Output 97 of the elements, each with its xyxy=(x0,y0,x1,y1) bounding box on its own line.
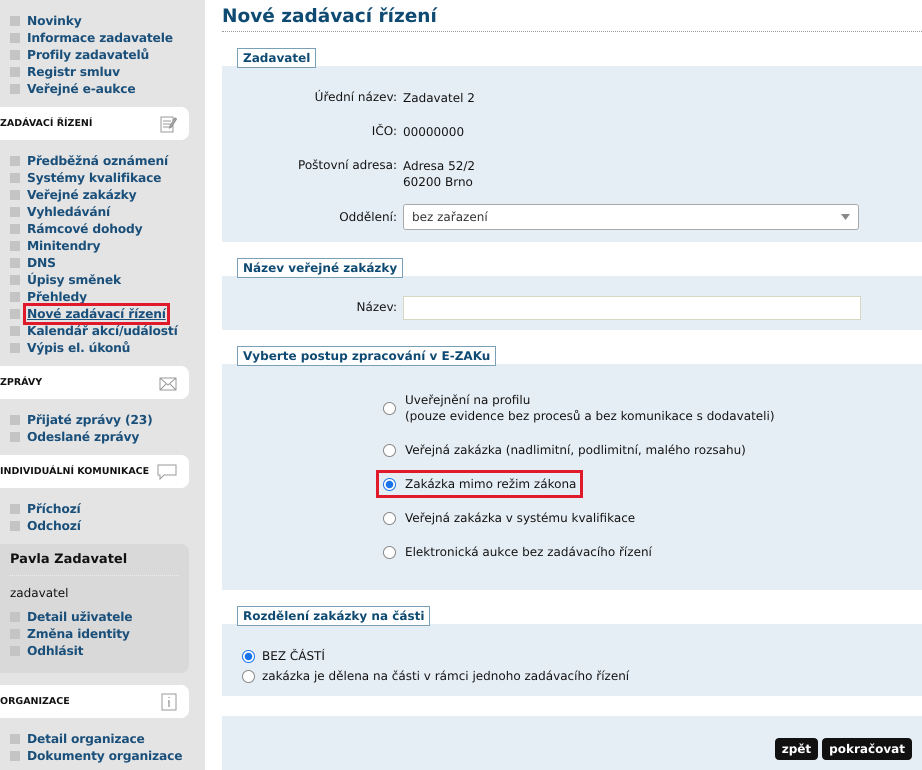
bullet-icon xyxy=(10,308,20,318)
sidebar-link[interactable]: Výpis el. úkonů xyxy=(27,340,130,354)
bullet-icon xyxy=(10,84,20,94)
field-label: Název: xyxy=(356,300,397,314)
radio-button[interactable] xyxy=(242,650,255,662)
section-title: ORGANIZACE xyxy=(0,696,70,707)
speech-bubble-icon xyxy=(157,464,177,480)
sidebar-link[interactable]: Detail organizace xyxy=(27,732,145,746)
field-label: Oddělení: xyxy=(338,210,397,224)
radio-button[interactable] xyxy=(383,478,396,490)
sidebar-link[interactable]: Veřejné e-aukce xyxy=(27,82,136,96)
sidebar-link[interactable]: Kalendář akcí/událostí xyxy=(27,324,178,338)
bullet-icon xyxy=(10,240,20,250)
form-button[interactable]: zpět xyxy=(774,738,818,760)
sidebar-link[interactable]: DNS xyxy=(27,256,56,270)
sidebar-link[interactable]: Profily zadavatelů xyxy=(27,48,150,62)
sidebar-link[interactable]: Veřejné zakázky xyxy=(27,188,136,202)
field-value: Zadavatel 2 xyxy=(403,90,475,106)
user-name: Pavla Zadavatel xyxy=(10,552,179,576)
bullet-icon xyxy=(10,292,20,302)
bullet-icon xyxy=(10,504,20,514)
section-legend: Zadavatel xyxy=(237,48,316,68)
procedure-option[interactable]: Uveřejnění na profilu (pouze evidence bez procesů a bez komunikace s dodavateli) xyxy=(376,386,782,430)
sidebar-link[interactable]: Systémy kvalifikace xyxy=(27,170,162,184)
sidebar-link[interactable]: Odhlásit xyxy=(27,644,84,658)
option-label: Veřejná zakázka (nadlimitní, podlimitní, malého rozsahu) xyxy=(405,442,746,458)
option-label: Veřejná zakázka v systému kvalifikace xyxy=(405,510,636,526)
sidebar-link[interactable]: Informace zadavatele xyxy=(27,30,173,44)
field-label: Poštovní adresa: xyxy=(297,158,397,174)
field-label: IČO: xyxy=(370,124,397,140)
sidebar-link[interactable]: Změna identity xyxy=(27,626,130,640)
procedure-option[interactable]: Zakázka mimo režim zákona xyxy=(376,470,584,498)
sidebar-link[interactable]: Odeslané zprávy xyxy=(27,430,140,444)
bullet-icon xyxy=(10,50,20,60)
bullet-icon xyxy=(10,750,20,760)
section-legend: Rozdělení zakázky na části xyxy=(237,606,430,626)
procedure-option[interactable]: Elektronická aukce bez zadávacího řízení xyxy=(376,538,659,566)
option-label: BEZ ČÁSTÍ xyxy=(262,648,325,665)
name-input-field[interactable] xyxy=(403,296,861,320)
sidebar-link[interactable]: Vyhledávání xyxy=(27,204,110,218)
bullet-icon xyxy=(10,156,20,166)
radio-button[interactable] xyxy=(383,512,396,524)
bullet-icon xyxy=(10,274,20,284)
sidebar-link[interactable]: Příchozí xyxy=(27,502,81,516)
radio-button[interactable] xyxy=(383,546,396,558)
section-title: INDIVIDUÁLNÍ KOMUNIKACE xyxy=(0,466,150,477)
section-title: ZADÁVACÍ ŘÍZENÍ xyxy=(0,118,92,129)
sidebar-link[interactable]: Detail uživatele xyxy=(27,610,132,624)
sidebar-link[interactable]: Registr smluv xyxy=(27,64,120,78)
bullet-icon xyxy=(10,32,20,42)
notepad-icon xyxy=(159,114,177,132)
dropdown-caret-icon xyxy=(841,214,850,220)
sidebar-link[interactable]: Rámcové dohody xyxy=(27,222,142,236)
page-title: Nové zadávací řízení xyxy=(222,4,922,32)
bullet-icon xyxy=(10,432,20,442)
sidebar-link[interactable]: Minitendry xyxy=(27,238,100,252)
section-legend: Název veřejné zakázky xyxy=(237,258,404,278)
bullet-icon xyxy=(10,342,20,352)
option-label: Zakázka mimo režim zákona xyxy=(405,476,576,492)
bullet-icon xyxy=(10,16,20,26)
form-button[interactable]: pokračovat xyxy=(822,738,912,760)
sidebar-link[interactable]: Odchozí xyxy=(27,518,81,532)
sidebar-link[interactable]: Dokumenty organizace xyxy=(27,748,182,762)
sidebar-link[interactable]: Novinky xyxy=(27,14,82,28)
radio-button[interactable] xyxy=(242,670,255,682)
section-legend: Vyberte postup zpracování v E-ZAKu xyxy=(237,346,496,366)
bullet-icon xyxy=(10,258,20,268)
bullet-icon xyxy=(10,190,20,200)
sidebar-link[interactable]: Předběžná oznámení xyxy=(27,154,168,168)
bullet-icon xyxy=(10,414,20,424)
field-label: Úřední název: xyxy=(314,90,397,106)
bullet-icon xyxy=(10,66,20,76)
option-label: zakázka je dělena na části v rámci jednoho zadávacího řízení xyxy=(262,668,630,685)
sidebar-link[interactable]: Přijaté zprávy (23) xyxy=(27,412,152,426)
option-label: Elektronická aukce bez zadávacího řízení xyxy=(405,544,652,560)
radio-button[interactable] xyxy=(383,402,396,414)
option-label: Uveřejnění na profilu xyxy=(405,392,532,408)
section-title: ZPRÁVY xyxy=(0,377,42,388)
bullet-icon xyxy=(10,326,20,336)
user-role: zadavatel xyxy=(10,586,70,600)
option-label: (pouze evidence bez procesů a bez komunikace s dodavateli) xyxy=(405,408,775,424)
bullet-icon xyxy=(10,172,20,182)
field-value: 00000000 xyxy=(403,124,464,140)
bullet-icon xyxy=(10,520,20,530)
envelope-icon xyxy=(159,374,177,390)
sidebar-link[interactable]: Přehledy xyxy=(27,290,87,304)
sidebar-link[interactable]: Úpisy směnek xyxy=(27,272,121,286)
bullet-icon xyxy=(10,734,20,744)
department-dropdown[interactable]: bez zařazení xyxy=(403,204,859,230)
field-value: Adresa 52/2 xyxy=(403,158,476,174)
procedure-option[interactable]: Veřejná zakázka v systému kvalifikace xyxy=(376,504,642,532)
field-value: 60200 Brno xyxy=(403,174,474,190)
bullet-icon xyxy=(10,206,20,216)
bullet-icon xyxy=(10,224,20,234)
info-icon xyxy=(161,692,177,710)
procedure-option[interactable]: Veřejná zakázka (nadlimitní, podlimitní, malého rozsahu) xyxy=(376,436,753,464)
radio-button[interactable] xyxy=(383,444,396,456)
